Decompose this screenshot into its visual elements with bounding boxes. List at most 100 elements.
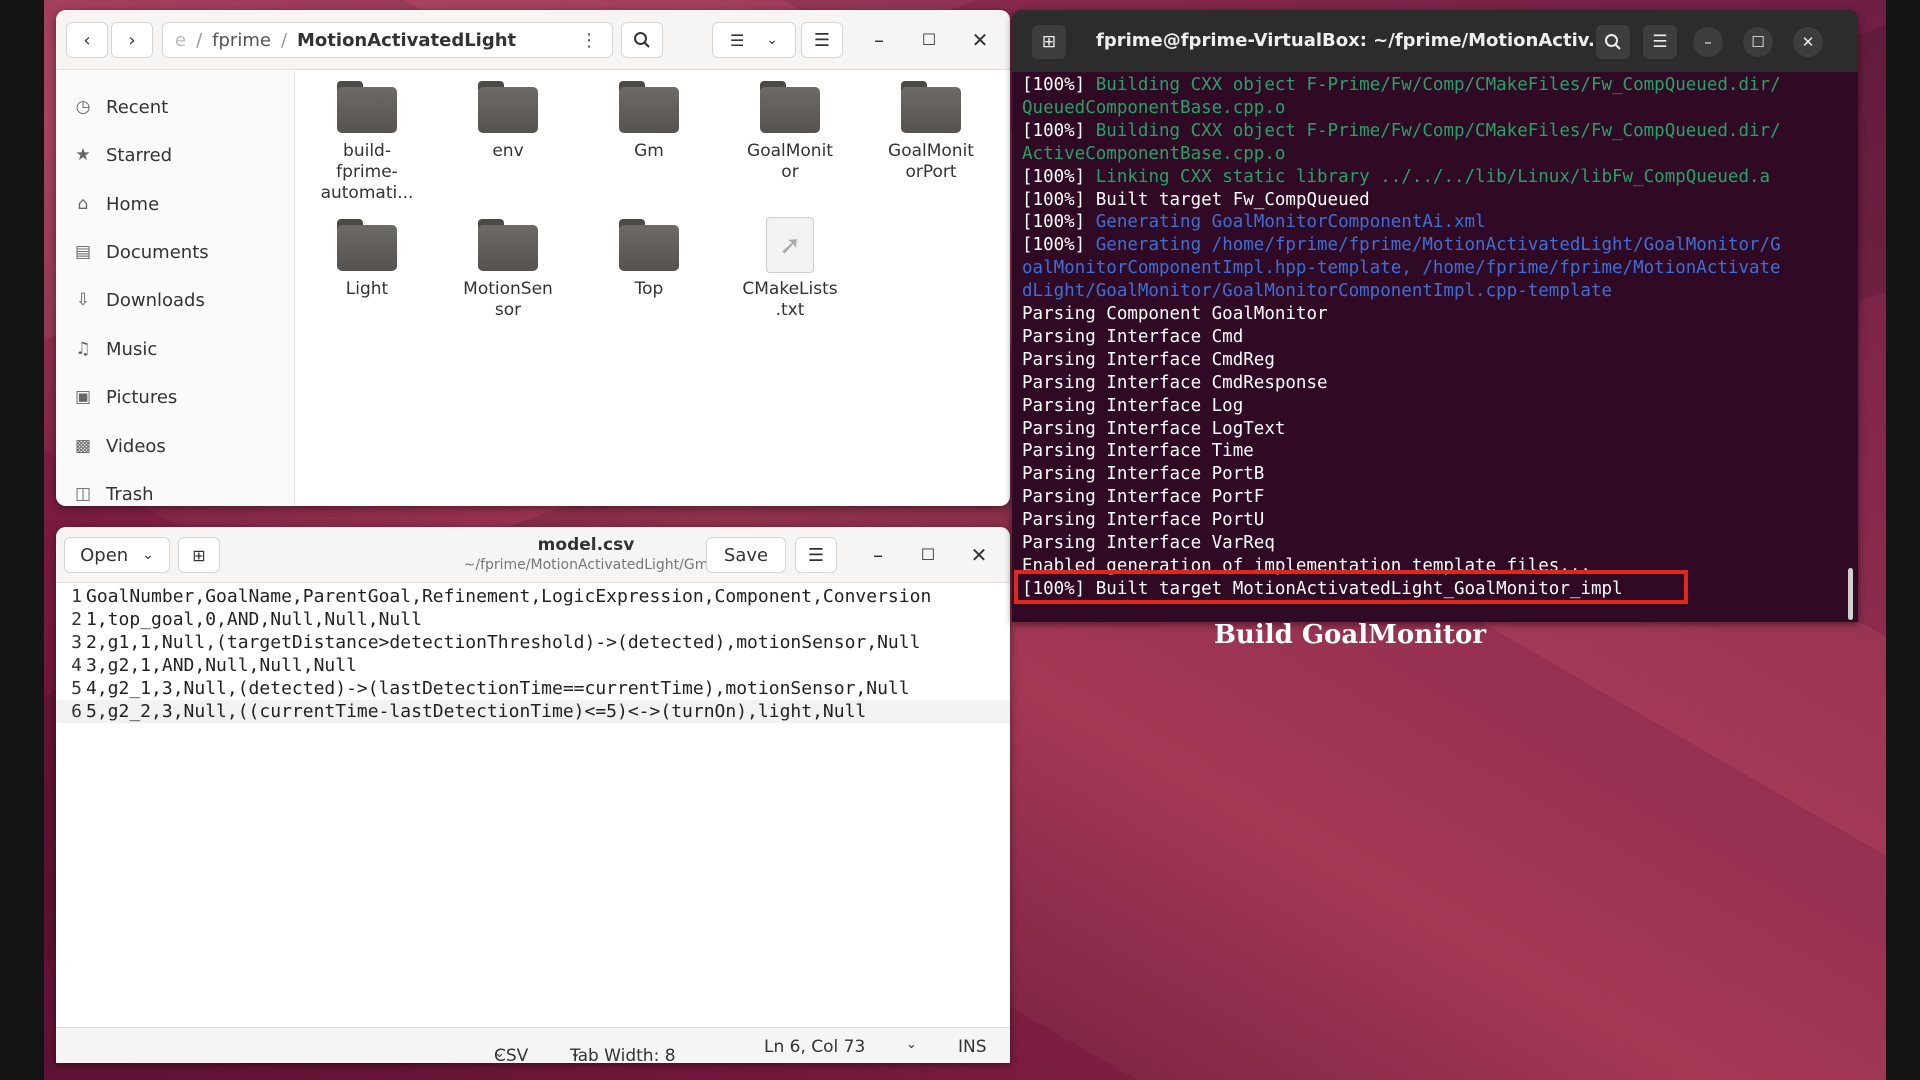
terminal-line-text: Parsing Interface PortB <box>1022 464 1265 485</box>
search-button[interactable] <box>1596 25 1630 59</box>
forward-button[interactable]: › <box>111 22 153 58</box>
file-grid: build-fprime-automati... env Gm GoalMoni… <box>296 71 1010 506</box>
new-tab-button[interactable]: ⊞ <box>1032 25 1066 59</box>
maximize-button[interactable]: ☐ <box>1743 27 1773 57</box>
search-button[interactable] <box>621 22 663 58</box>
folder-label: GoalMonit or <box>747 141 833 182</box>
code-area[interactable]: 1 GoalNumber,GoalName,ParentGoal,Refineme… <box>56 585 1010 1025</box>
line-text: 2,g1,1,Null,(targetDistance>detectionThr… <box>86 632 921 653</box>
path-separator: / <box>196 29 203 51</box>
insert-mode-indicator: INS <box>958 1037 987 1057</box>
terminal-line-prefix: [100%] <box>1022 166 1096 187</box>
terminal-output[interactable]: [100%] Building CXX object F-Prime/Fw/Co… <box>1022 74 1848 622</box>
terminal-menu-button[interactable]: ☰ <box>1643 25 1677 59</box>
folder-item[interactable]: Top <box>584 219 714 300</box>
folder-icon <box>478 219 538 271</box>
maximize-button[interactable]: ☐ <box>917 30 941 49</box>
video-caption: Build GoalMonitor <box>1213 620 1487 650</box>
view-options-button[interactable]: ☰ ⌄ <box>712 22 796 58</box>
folder-item[interactable]: Gm <box>584 81 714 162</box>
folder-icon <box>478 81 538 133</box>
videos-icon: ▩ <box>74 436 92 456</box>
sidebar-item-downloads[interactable]: ⇩ Downloads <box>72 284 205 316</box>
terminal-line-text: Parsing Interface LogText <box>1022 418 1286 439</box>
sidebar-item-music[interactable]: ♫ Music <box>72 333 157 365</box>
terminal-line-text: ActiveComponentBase.cpp.o <box>1022 143 1286 164</box>
chevron-right-icon: › <box>128 29 136 51</box>
folder-icon <box>619 81 679 133</box>
sidebar-item-home[interactable]: ⌂ Home <box>72 188 160 220</box>
sidebar-item-starred[interactable]: ★ Starred <box>72 139 172 171</box>
close-button[interactable]: ✕ <box>1793 27 1823 57</box>
terminal-line-text: Generating /home/fprime/fprime/MotionAct… <box>1095 235 1781 256</box>
terminal-line: Parsing Component GoalMonitor <box>1022 303 1328 326</box>
terminal-line: Parsing Interface PortB <box>1022 463 1264 486</box>
close-button[interactable]: ✕ <box>967 543 991 567</box>
home-icon: ⌂ <box>77 194 89 214</box>
folder-item[interactable]: Light <box>302 219 432 300</box>
terminal-line-text: Parsing Interface VarReq <box>1022 533 1275 553</box>
path-crumb-current[interactable]: MotionActivatedLight <box>297 30 516 51</box>
terminal-headerbar: ⊞ fprime@fprime-VirtualBox: ~/fprime/Mot… <box>1012 10 1858 72</box>
search-icon <box>1605 34 1621 50</box>
path-crumb-parent[interactable]: fprime <box>212 30 271 51</box>
line-number: 3 <box>71 632 82 653</box>
terminal-line: [100%] Building CXX object F-Prime/Fw/Co… <box>1022 74 1781 97</box>
code-line: 5 4,g2_1,3,Null,(detected)->(lastDetectio… <box>56 677 1010 700</box>
pictures-icon: ▣ <box>74 387 92 407</box>
folder-item[interactable]: build-fprime-automati... <box>302 81 432 204</box>
sidebar-item-documents[interactable]: ▤ Documents <box>72 236 209 268</box>
chevron-down-icon[interactable]: ⌄ <box>906 1037 917 1052</box>
sidebar-item-recent[interactable]: ◷ Recent <box>72 91 169 123</box>
folder-item[interactable]: GoalMonit orPort <box>866 81 996 183</box>
close-button[interactable]: ✕ <box>968 28 992 52</box>
terminal-scrollbar[interactable] <box>1848 568 1853 620</box>
editor-menu-button[interactable]: ☰ <box>795 537 837 573</box>
folder-item[interactable]: env <box>443 81 573 162</box>
maximize-button[interactable]: ☐ <box>916 545 940 564</box>
terminal-line: [100%] Building CXX object F-Prime/Fw/Co… <box>1022 120 1781 143</box>
open-button-label: Open <box>80 544 129 566</box>
terminal-line: [100%] Generating GoalMonitorComponentAi… <box>1022 211 1486 234</box>
minimize-button[interactable]: – <box>1693 27 1723 57</box>
path-menu-icon[interactable]: ⋮ <box>580 30 598 51</box>
places-sidebar: ◷ Recent ★ Starred ⌂ Home ▤ Documents ⇩ Downl… <box>56 71 295 506</box>
code-line: 1 GoalNumber,GoalName,ParentGoal,Refineme… <box>56 585 1010 608</box>
terminal-line: Parsing Interface VarReq <box>1022 532 1275 555</box>
terminal-line: [100%] Built target Fw_CompQueued <box>1022 189 1370 212</box>
terminal-line-prefix: [100%] <box>1022 189 1096 210</box>
editor-headerbar: Open ⌄ ⊞ model.csv ~/fprime/MotionActiva… <box>56 527 1010 583</box>
back-button[interactable]: ‹ <box>66 22 108 58</box>
save-button[interactable]: Save <box>706 537 786 573</box>
folder-label: Light <box>345 279 389 299</box>
main-menu-button[interactable]: ☰ <box>801 22 843 58</box>
hamburger-menu-icon: ☰ <box>813 29 831 51</box>
cursor-position[interactable]: Ln 6, Col 73 <box>764 1037 865 1057</box>
folder-icon <box>619 219 679 271</box>
terminal-line-text: Built target Fw_CompQueued <box>1095 189 1370 210</box>
terminal-title: fprime@fprime-VirtualBox: ~/fprime/Motio… <box>1096 30 1609 51</box>
terminal-line: Parsing Interface CmdReg <box>1022 349 1275 372</box>
sidebar-item-trash[interactable]: ◫ Trash <box>72 478 154 506</box>
open-button[interactable]: Open ⌄ <box>64 537 170 573</box>
path-prefix[interactable]: e <box>175 30 186 51</box>
line-text: GoalNumber,GoalName,ParentGoal,Refinemen… <box>86 586 932 607</box>
new-tab-button[interactable]: ⊞ <box>178 537 220 573</box>
terminal-line-text: Building CXX object F-Prime/Fw/Comp/CMak… <box>1095 120 1781 141</box>
sidebar-item-videos[interactable]: ▩ Videos <box>72 430 166 462</box>
terminal-window: ⊞ fprime@fprime-VirtualBox: ~/fprime/Mot… <box>1012 10 1858 622</box>
terminal-line-text: dLight/GoalMonitor/GoalMonitorComponentI… <box>1022 281 1613 302</box>
sidebar-item-pictures[interactable]: ▣ Pictures <box>72 381 177 413</box>
code-line-current: 6 5,g2_2,3,Null,((currentTime-lastDetecti… <box>56 700 1010 723</box>
folder-item[interactable]: GoalMonit or <box>725 81 855 183</box>
line-number: 4 <box>71 655 82 676</box>
path-bar[interactable]: e / fprime / MotionActivatedLight ⋮ <box>162 22 613 58</box>
sidebar-item-label: Trash <box>106 483 154 505</box>
sidebar-item-label: Pictures <box>106 386 178 408</box>
folder-label: env <box>492 141 524 161</box>
folder-item[interactable]: MotionSen sor <box>443 219 573 321</box>
file-item[interactable]: ➚ CMakeLists .txt <box>725 217 855 321</box>
minimize-button[interactable]: – <box>866 543 890 567</box>
terminal-line-text: oalMonitorComponentImpl.hpp-template, /h… <box>1022 258 1781 279</box>
minimize-button[interactable]: – <box>867 28 891 52</box>
